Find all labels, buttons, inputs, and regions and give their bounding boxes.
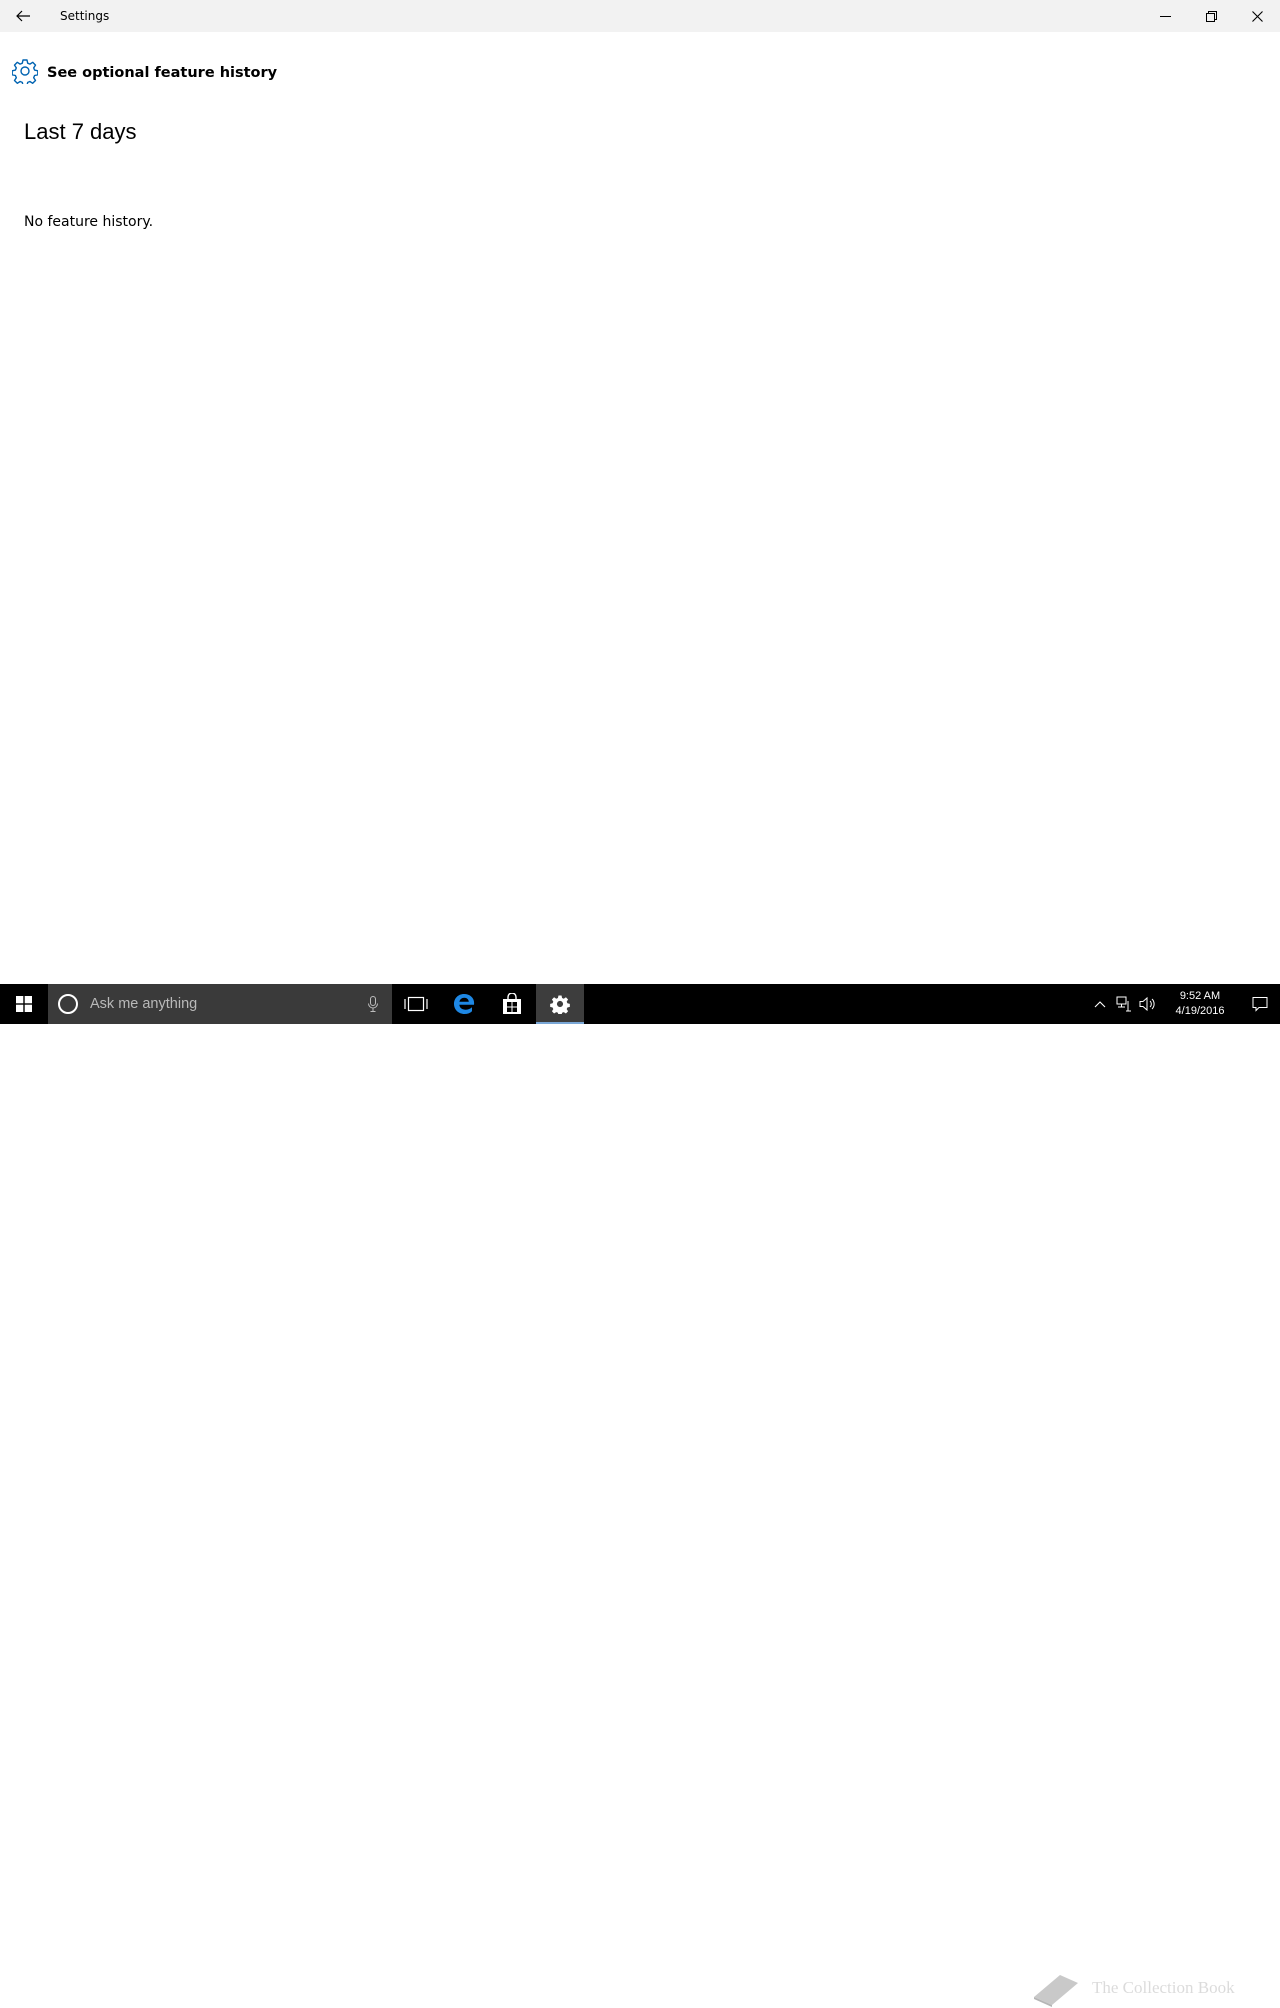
clock-time: 9:52 AM [1179, 990, 1221, 1002]
window-controls [1142, 0, 1280, 32]
edge-browser-button[interactable] [440, 984, 488, 1024]
clock[interactable]: 9:52 AM 4/19/2016 [1160, 989, 1240, 1019]
empty-history-message: No feature history. [24, 214, 154, 230]
start-button[interactable] [0, 984, 48, 1024]
page-header: See optional feature history [11, 58, 278, 88]
notification-icon [1252, 997, 1268, 1012]
restore-button[interactable] [1188, 0, 1234, 32]
edge-icon [454, 994, 475, 1014]
network-button[interactable] [1112, 984, 1136, 1024]
page-title: See optional feature history [47, 65, 278, 81]
task-view-button[interactable] [392, 984, 440, 1024]
close-icon [1251, 10, 1263, 22]
taskbar: Ask me anything 9:52 AM 4/19/2016 The Co… [0, 984, 1280, 2007]
microphone-icon[interactable] [368, 996, 378, 1012]
action-center-button[interactable] [1240, 984, 1280, 1024]
show-hidden-icons-button[interactable] [1088, 984, 1112, 1024]
task-view-icon [404, 996, 428, 1012]
cortana-icon [58, 994, 78, 1014]
search-box[interactable]: Ask me anything [48, 984, 392, 1024]
system-tray: 9:52 AM 4/19/2016 [1088, 984, 1280, 1024]
minimize-button[interactable] [1142, 0, 1188, 32]
title-bar: Settings [0, 0, 1280, 32]
search-placeholder: Ask me anything [90, 996, 198, 1012]
clock-date: 4/19/2016 [1175, 1005, 1225, 1017]
minimize-icon [1159, 15, 1171, 17]
store-button[interactable] [488, 984, 536, 1024]
volume-button[interactable] [1136, 984, 1160, 1024]
section-heading: Last 7 days [24, 119, 137, 144]
close-button[interactable] [1234, 0, 1280, 32]
watermark: The Collection Book [1030, 1968, 1235, 2008]
speaker-icon [1139, 996, 1155, 1012]
store-icon [503, 993, 521, 1014]
book-logo-icon [1034, 1975, 1078, 2007]
window-title: Settings [60, 9, 110, 23]
back-button[interactable] [0, 0, 46, 32]
restore-icon [1205, 10, 1217, 22]
watermark-text: The Collection Book [1092, 1978, 1235, 1997]
network-icon [1116, 996, 1131, 1012]
settings-gear-icon [550, 995, 570, 1014]
settings-taskbar-button[interactable] [536, 984, 584, 1024]
windows-logo-icon [16, 996, 32, 1012]
chevron-up-icon [1094, 1001, 1106, 1008]
gear-icon [11, 58, 39, 88]
back-arrow-icon [16, 10, 30, 22]
